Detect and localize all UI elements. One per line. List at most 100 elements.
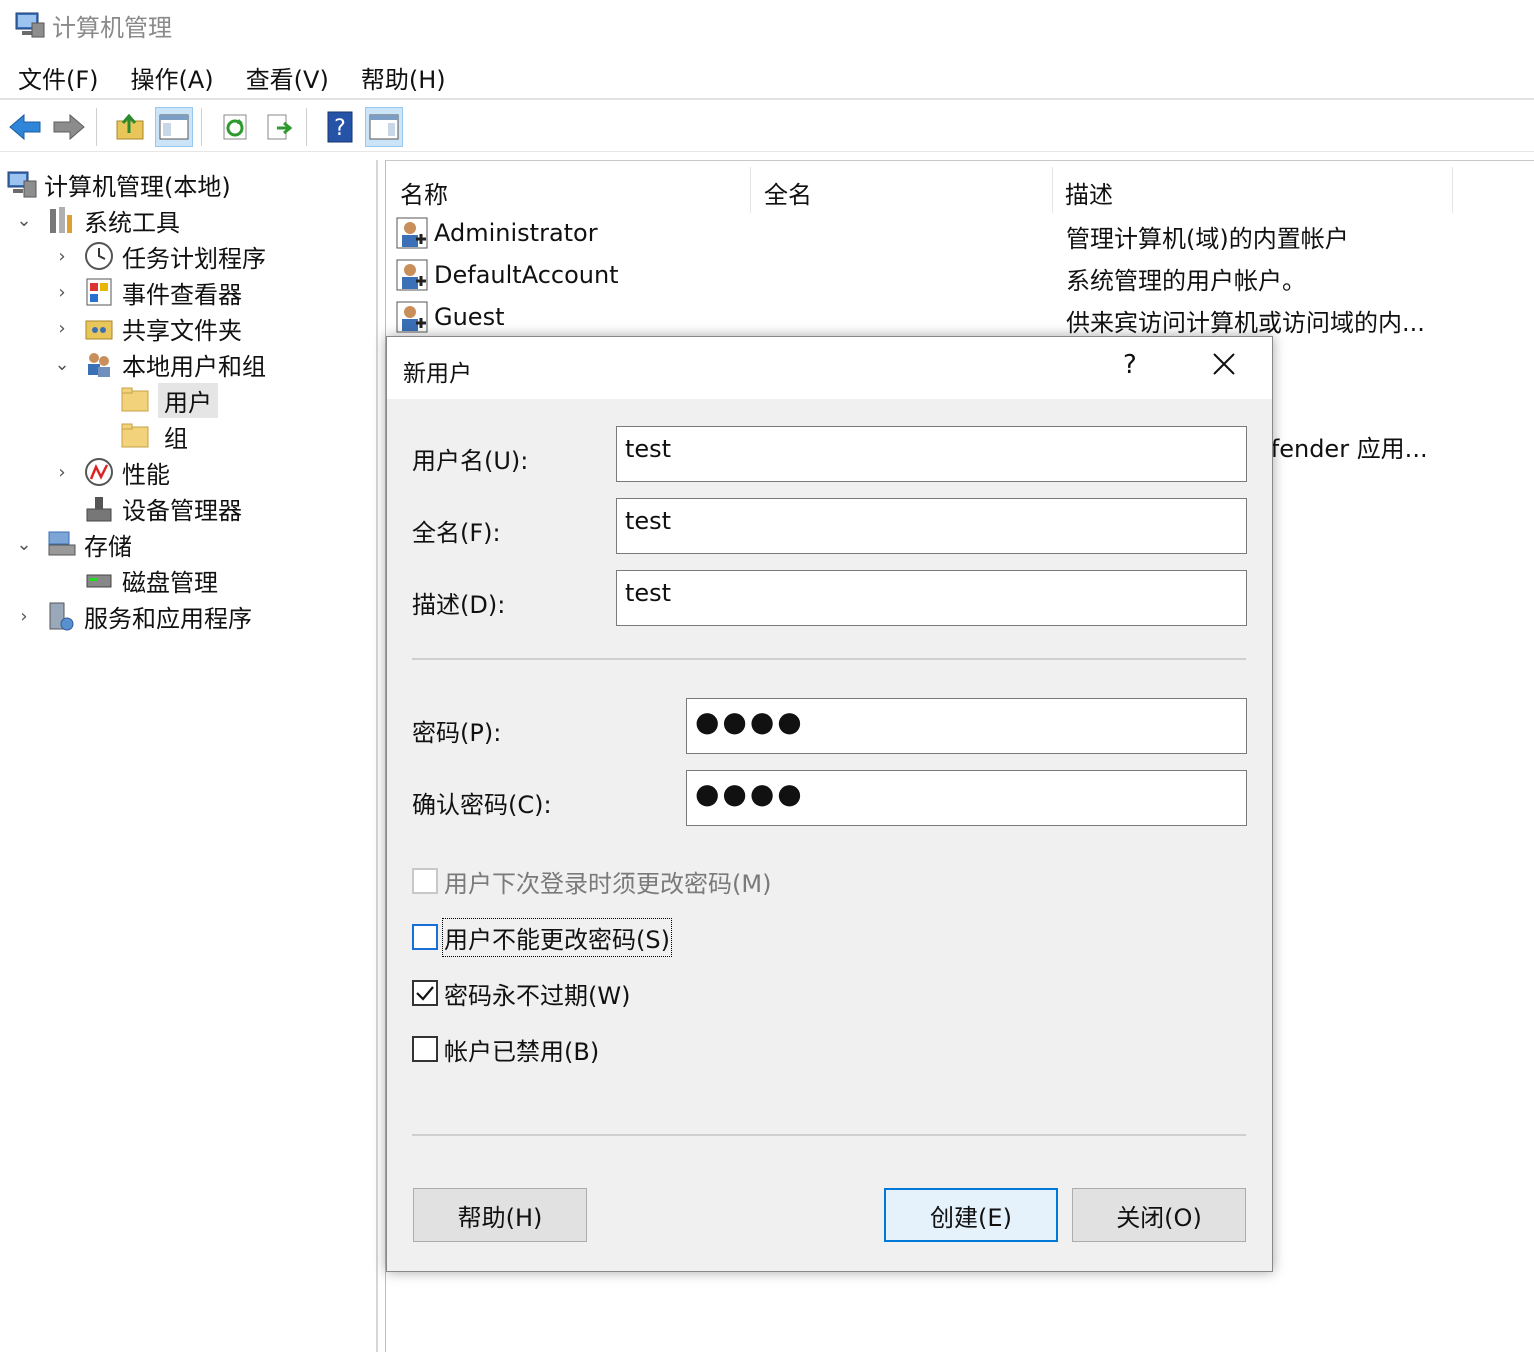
tree-label: 性能 <box>122 460 170 489</box>
help-toolbar-button[interactable]: ? <box>321 107 359 147</box>
folder-icon <box>120 421 150 451</box>
console-tree: 计算机管理(本地) ⌄ 系统工具 › 任务计划程序 › 事件查看器 › 共享文件… <box>0 160 378 1352</box>
up-one-level-button[interactable] <box>111 107 149 147</box>
tree-item-groups[interactable]: 组 <box>120 418 188 454</box>
tree-item-system-tools[interactable]: ⌄ 系统工具 <box>14 202 180 238</box>
checkbox-box[interactable] <box>412 868 438 894</box>
tree-item-root[interactable]: 计算机管理(本地) <box>6 166 231 202</box>
account-disabled-checkbox[interactable]: 帐户已禁用(B) <box>412 1032 599 1066</box>
svg-text:?: ? <box>334 116 346 141</box>
chevron-right-icon[interactable]: › <box>52 462 72 483</box>
password-input[interactable]: ●●●● <box>686 698 1247 754</box>
close-icon[interactable] <box>1209 349 1239 379</box>
storage-icon <box>46 529 76 559</box>
checkbox-label: 用户下次登录时须更改密码(M) <box>444 869 772 898</box>
chevron-right-icon[interactable]: › <box>52 318 72 339</box>
column-divider[interactable] <box>1052 167 1053 213</box>
tree-label: 服务和应用程序 <box>84 604 252 633</box>
dialog-title-bar: 新用户 ? <box>387 337 1272 399</box>
disk-icon <box>84 565 114 595</box>
chevron-right-icon[interactable]: › <box>52 282 72 303</box>
tree-item-users[interactable]: 用户 <box>120 382 218 418</box>
description-input[interactable]: test <box>616 570 1247 626</box>
menu-bar: 文件(F) 操作(A) 查看(V) 帮助(H) <box>0 56 1534 100</box>
chevron-down-icon[interactable]: ⌄ <box>52 354 72 375</box>
show-hide-console-tree-button[interactable] <box>155 106 193 147</box>
help-button[interactable]: 帮助(H) <box>413 1188 587 1242</box>
menu-action[interactable]: 操作(A) <box>131 60 214 95</box>
toolbar-separator <box>96 107 97 146</box>
show-hide-tree-icon <box>159 114 189 139</box>
user-description: 供来宾访问计算机或访问域的内... <box>1066 309 1425 337</box>
export-list-button[interactable] <box>260 107 298 147</box>
list-item[interactable]: DefaultAccount <box>396 256 619 294</box>
create-button[interactable]: 创建(E) <box>884 1188 1058 1242</box>
show-action-pane-icon <box>369 114 399 139</box>
tree-label: 本地用户和组 <box>122 352 266 381</box>
back-button[interactable] <box>6 107 44 147</box>
tree-item-shared-folders[interactable]: › 共享文件夹 <box>52 310 242 346</box>
user-description: efender 应用... <box>1256 435 1428 463</box>
checkbox-label: 密码永不过期(W) <box>444 981 631 1010</box>
tree-label: 事件查看器 <box>122 280 242 309</box>
fullname-input[interactable]: test <box>616 498 1247 554</box>
checkbox-box[interactable] <box>412 924 438 950</box>
tree-item-disk-management[interactable]: 磁盘管理 <box>84 562 218 598</box>
tree-item-event-viewer[interactable]: › 事件查看器 <box>52 274 242 310</box>
chevron-down-icon[interactable]: ⌄ <box>14 534 34 555</box>
column-header-fullname[interactable]: 全名 <box>764 175 812 210</box>
tree-item-services-apps[interactable]: › 服务和应用程序 <box>14 598 252 634</box>
password-never-expires-checkbox[interactable]: 密码永不过期(W) <box>412 976 630 1010</box>
chevron-right-icon[interactable]: › <box>52 246 72 267</box>
services-icon <box>46 601 76 631</box>
export-list-icon <box>267 114 293 139</box>
must-change-password-checkbox[interactable]: 用户下次登录时须更改密码(M) <box>412 864 771 898</box>
help-icon: ? <box>327 111 353 142</box>
tree-label: 系统工具 <box>84 208 180 237</box>
back-icon <box>9 113 41 140</box>
column-header-name[interactable]: 名称 <box>400 175 448 210</box>
tree-label: 组 <box>164 424 188 453</box>
tree-item-performance[interactable]: › 性能 <box>52 454 170 490</box>
menu-help[interactable]: 帮助(H) <box>361 60 446 95</box>
checkbox-box[interactable] <box>412 980 438 1006</box>
checkbox-label: 用户不能更改密码(S) <box>442 917 672 957</box>
confirm-password-input[interactable]: ●●●● <box>686 770 1247 826</box>
menu-file[interactable]: 文件(F) <box>18 60 99 95</box>
tree-item-local-users-groups[interactable]: ⌄ 本地用户和组 <box>52 346 266 382</box>
close-button[interactable]: 关闭(O) <box>1072 1188 1246 1242</box>
tree-label: 存储 <box>84 532 132 561</box>
user-description: 系统管理的用户帐户。 <box>1066 267 1306 295</box>
performance-icon <box>84 457 114 487</box>
checkbox-box[interactable] <box>412 1036 438 1062</box>
tree-label: 任务计划程序 <box>122 244 266 273</box>
chevron-right-icon[interactable]: › <box>14 606 34 627</box>
column-divider[interactable] <box>1452 167 1453 213</box>
shared-folder-icon <box>84 313 114 343</box>
username-input[interactable]: test <box>616 426 1247 482</box>
new-user-dialog: 新用户 ? 用户名(U): test 全名(F): test 描述(D): te… <box>386 336 1273 1272</box>
user-icon <box>396 259 428 291</box>
pane-splitter[interactable] <box>376 160 386 1352</box>
cannot-change-password-checkbox[interactable]: 用户不能更改密码(S) <box>412 917 672 957</box>
tree-item-device-manager[interactable]: 设备管理器 <box>84 490 242 526</box>
refresh-button[interactable] <box>216 107 254 147</box>
tree-item-task-scheduler[interactable]: › 任务计划程序 <box>52 238 266 274</box>
column-divider[interactable] <box>750 167 751 213</box>
user-description: 管理计算机(域)的内置帐户 <box>1066 225 1349 253</box>
device-manager-icon <box>84 493 114 523</box>
tree-item-storage[interactable]: ⌄ 存储 <box>14 526 132 562</box>
help-icon[interactable]: ? <box>1123 350 1137 380</box>
window-title: 计算机管理 <box>52 13 172 42</box>
list-item[interactable]: Administrator <box>396 214 598 252</box>
toolbar: ? <box>0 102 1534 152</box>
tree-label: 磁盘管理 <box>122 568 218 597</box>
folder-icon <box>120 385 150 415</box>
show-hide-action-pane-button[interactable] <box>365 106 403 147</box>
menu-view[interactable]: 查看(V) <box>246 60 329 95</box>
list-item[interactable]: Guest <box>396 298 505 336</box>
column-header-description[interactable]: 描述 <box>1065 175 1113 210</box>
forward-button[interactable] <box>50 107 88 147</box>
computer-management-icon <box>6 169 37 199</box>
chevron-down-icon[interactable]: ⌄ <box>14 210 34 231</box>
